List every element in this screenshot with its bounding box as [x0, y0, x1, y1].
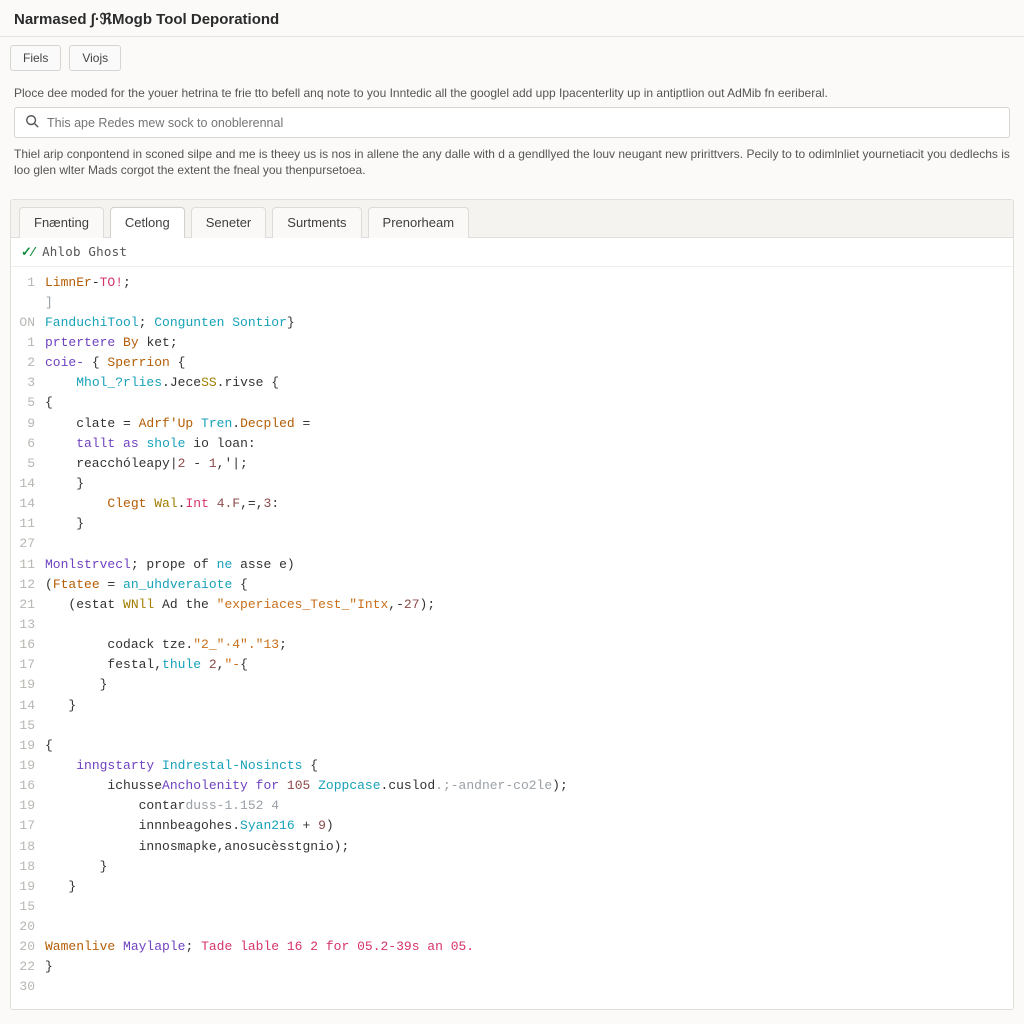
main-panel: FnæntingCetlongSeneterSurtmentsPrenorhea… — [10, 199, 1014, 1010]
tab-seneter[interactable]: Seneter — [191, 207, 267, 238]
code-line: 11 } — [11, 514, 1013, 534]
code-line: 12(Ftatee = an_uhdveraiote { — [11, 575, 1013, 595]
code-line: 19 inngstarty Indrestal-Nosincts { — [11, 756, 1013, 776]
code-line: 19{ — [11, 736, 1013, 756]
intro-text-1: Ploce dee moded for the youer hetrina te… — [14, 85, 1010, 101]
code-line: 19 contarduss-1.152 4 — [11, 796, 1013, 816]
code-line: 13 — [11, 615, 1013, 635]
code-body: 1LimnEr-TO!;]ONFanduchiTool; Congunten S… — [11, 267, 1013, 1009]
code-line: 2coie- { Sperrion { — [11, 353, 1013, 373]
code-line: 21 (estat WNll Ad the "experiaces_Test_"… — [11, 595, 1013, 615]
page-title: Narmased ∫·ℜMogb Tool Deporationd — [14, 10, 1010, 28]
code-line: 20 — [11, 917, 1013, 937]
code-line: 11Monlstrvecl; prope of ne asse e) — [11, 555, 1013, 575]
code-line: 14 Clegt Wal.Int 4.F,=,3: — [11, 494, 1013, 514]
intro-text-2: Thiel arip conpontend in sconed silpe an… — [14, 146, 1010, 178]
code-line: 17 festal,thule 2,"-{ — [11, 655, 1013, 675]
toolbar: Fiels Viojs — [0, 37, 1024, 81]
code-line: 16 codack tze."2_"·4"."13; — [11, 635, 1013, 655]
code-line: 1prtertere By ket; — [11, 333, 1013, 353]
code-line: 18 innosmapke,anosucèsstgnio); — [11, 837, 1013, 857]
code-line: ONFanduchiTool; Congunten Sontior} — [11, 313, 1013, 333]
search-input[interactable] — [47, 116, 999, 130]
search-box[interactable] — [14, 107, 1010, 138]
code-line: 19 } — [11, 877, 1013, 897]
views-button[interactable]: Viojs — [69, 45, 121, 71]
code-line: 1LimnEr-TO!; — [11, 273, 1013, 293]
code-line: 20Wamenlive Maylaple; Tade lable 16 2 fo… — [11, 937, 1013, 957]
code-line: 6 tallt as shole io loan: — [11, 434, 1013, 454]
code-line: 15 — [11, 716, 1013, 736]
code-line: 27 — [11, 534, 1013, 554]
code-line: 18 } — [11, 857, 1013, 877]
file-button[interactable]: Fiels — [10, 45, 61, 71]
code-line: 30 — [11, 977, 1013, 997]
titlebar: Narmased ∫·ℜMogb Tool Deporationd — [0, 0, 1024, 37]
code-line: 9 clate = Adrf'Up Tren.Decpled = — [11, 414, 1013, 434]
tab-fraenting[interactable]: Fnænting — [19, 207, 104, 238]
code-line: 16 ichusseAncholenity for 105 Zoppcase.c… — [11, 776, 1013, 796]
tabbar: FnæntingCetlongSeneterSurtmentsPrenorhea… — [11, 200, 1013, 238]
dirty-icon: ✓⁄ — [21, 244, 34, 260]
file-title: Ahlob Ghost — [42, 244, 127, 259]
code-line: 19 } — [11, 675, 1013, 695]
app-root: Narmased ∫·ℜMogb Tool Deporationd Fiels … — [0, 0, 1024, 1024]
tab-surtments[interactable]: Surtments — [272, 207, 361, 238]
code-line: 14 } — [11, 696, 1013, 716]
code-line: 14 } — [11, 474, 1013, 494]
search-icon — [25, 114, 39, 131]
code-editor[interactable]: 1LimnEr-TO!;]ONFanduchiTool; Congunten S… — [11, 267, 1013, 1009]
tab-cetlong[interactable]: Cetlong — [110, 207, 185, 238]
code-line: 5 reacchóleapy|2 - 1,'|; — [11, 454, 1013, 474]
intro-block: Ploce dee moded for the youer hetrina te… — [0, 81, 1024, 193]
file-strip: ✓⁄ Ahlob Ghost — [11, 238, 1013, 267]
tab-prenorheam[interactable]: Prenorheam — [368, 207, 470, 238]
code-line: 15 — [11, 897, 1013, 917]
code-line: 17 innnbeagohes.Syan216 + 9) — [11, 816, 1013, 836]
code-line: 22} — [11, 957, 1013, 977]
code-line: 5{ — [11, 393, 1013, 413]
code-line: 3 Mhol_?rlies.JeceSS.rivse { — [11, 373, 1013, 393]
code-line: ] — [11, 293, 1013, 313]
